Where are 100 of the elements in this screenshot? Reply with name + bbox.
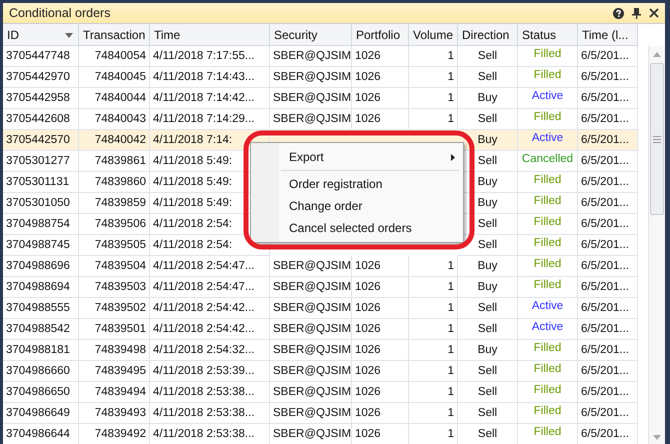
table-cell: 74840054 (79, 46, 150, 67)
table-cell[interactable]: 3704988696 (3, 256, 79, 277)
table-cell[interactable]: 3705442570 (3, 130, 79, 151)
table-cell: SBER@QJSIM (270, 88, 352, 109)
table-cell: 74840044 (79, 88, 150, 109)
table-cell: 74839494 (79, 382, 150, 403)
table-cell: 1 (409, 340, 458, 361)
table-cell: Cancelled (518, 151, 578, 172)
table-cell: Buy (458, 340, 518, 361)
table-cell: 74839861 (79, 151, 150, 172)
table-cell: Filled (518, 172, 578, 193)
table-cell: 1026 (352, 382, 409, 403)
pin-icon[interactable] (632, 8, 641, 18)
table-cell: Sell (458, 361, 518, 382)
table-cell[interactable]: 3704986649 (3, 403, 79, 424)
submenu-arrow-icon (451, 154, 455, 160)
table-cell[interactable]: 3704988754 (3, 214, 79, 235)
table-cell: 6/5/201... (578, 298, 638, 319)
table-cell[interactable]: 3705442958 (3, 88, 79, 109)
table-cell: 1 (409, 46, 458, 67)
vertical-scrollbar[interactable] (648, 46, 665, 444)
table-cell: Filled (518, 340, 578, 361)
table-cell: SBER@QJSIM (270, 67, 352, 88)
table-cell: 1026 (352, 424, 409, 444)
table-cell: SBER@QJSIM (270, 361, 352, 382)
table-cell: SBER@QJSIM (270, 298, 352, 319)
table-cell: Active (518, 130, 578, 151)
table-cell[interactable]: 3704986660 (3, 361, 79, 382)
table-cell: Sell (458, 382, 518, 403)
table-cell: 1 (409, 298, 458, 319)
table-cell: Filled (518, 193, 578, 214)
table-cell: 4/11/2018 2:53:39... (150, 361, 270, 382)
table-cell[interactable]: 3705442970 (3, 67, 79, 88)
table-cell: 74840045 (79, 67, 150, 88)
table-cell: 1026 (352, 67, 409, 88)
table-cell: Active (518, 319, 578, 340)
scroll-up-icon[interactable] (653, 52, 661, 57)
table-cell: 6/5/201... (578, 382, 638, 403)
table-cell: Sell (458, 67, 518, 88)
table-cell: Filled (518, 424, 578, 444)
table-cell: 74839493 (79, 403, 150, 424)
table-cell: 1026 (352, 319, 409, 340)
table-cell: Filled (518, 361, 578, 382)
table-cell: 1 (409, 382, 458, 403)
table-cell: 4/11/2018 7:17:55... (150, 46, 270, 67)
table-cell[interactable]: 3705301131 (3, 172, 79, 193)
table-cell: 74839502 (79, 298, 150, 319)
table-cell: 6/5/201... (578, 46, 638, 67)
table-cell: 74839495 (79, 361, 150, 382)
table-cell: Filled (518, 403, 578, 424)
table-cell: Buy (458, 256, 518, 277)
help-icon[interactable] (613, 8, 624, 18)
table-cell[interactable]: 3704988694 (3, 277, 79, 298)
table-cell[interactable]: 3704988542 (3, 319, 79, 340)
table-cell[interactable]: 3704988745 (3, 235, 79, 256)
table-cell: 74839506 (79, 214, 150, 235)
table-cell: 6/5/201... (578, 130, 638, 151)
column-header[interactable]: Transaction (79, 24, 150, 46)
table-cell[interactable]: 3705301277 (3, 151, 79, 172)
table-cell: 4/11/2018 2:53:38... (150, 403, 270, 424)
table-cell[interactable]: 3704986644 (3, 424, 79, 444)
table-cell: 1 (409, 67, 458, 88)
table-cell: 4/11/2018 2:54:32... (150, 340, 270, 361)
column-header[interactable]: Volume (409, 24, 458, 46)
column-header[interactable]: Portfolio (352, 24, 409, 46)
close-icon[interactable] (649, 8, 659, 18)
table-cell: 1026 (352, 340, 409, 361)
column-header[interactable]: Time (l... (578, 24, 638, 46)
table-cell: 1 (409, 361, 458, 382)
table-cell: Sell (458, 298, 518, 319)
table-cell: 1 (409, 277, 458, 298)
table-cell: SBER@QJSIM (270, 403, 352, 424)
column-header[interactable]: Time (150, 24, 270, 46)
table-cell: 1026 (352, 88, 409, 109)
column-header[interactable]: ID (3, 24, 79, 46)
column-header[interactable]: Status (518, 24, 578, 46)
table-cell[interactable]: 3705447748 (3, 46, 79, 67)
table-cell: 74839492 (79, 424, 150, 444)
column-header[interactable]: Security (270, 24, 352, 46)
table-cell[interactable]: 3704986650 (3, 382, 79, 403)
table-cell[interactable]: 3705301050 (3, 193, 79, 214)
table-cell: 1 (409, 256, 458, 277)
table-cell[interactable]: 3704988181 (3, 340, 79, 361)
table-cell: 4/11/2018 2:53:38... (150, 382, 270, 403)
table-cell: 74839859 (79, 193, 150, 214)
table-cell: Filled (518, 214, 578, 235)
table-cell: SBER@QJSIM (270, 277, 352, 298)
table-cell: 4/11/2018 2:54:47... (150, 256, 270, 277)
table-cell: 74839503 (79, 277, 150, 298)
table-cell: 4/11/2018 2:54:42... (150, 298, 270, 319)
table-cell: 6/5/201... (578, 277, 638, 298)
table-cell[interactable]: 3704988555 (3, 298, 79, 319)
scrollbar-thumb[interactable] (650, 63, 664, 215)
table-cell: 6/5/201... (578, 256, 638, 277)
scroll-down-icon[interactable] (653, 435, 661, 440)
table-cell: SBER@QJSIM (270, 340, 352, 361)
column-header[interactable]: Direction (458, 24, 518, 46)
table-cell: 74839498 (79, 340, 150, 361)
table-cell: 1 (409, 403, 458, 424)
table-cell: Buy (458, 277, 518, 298)
